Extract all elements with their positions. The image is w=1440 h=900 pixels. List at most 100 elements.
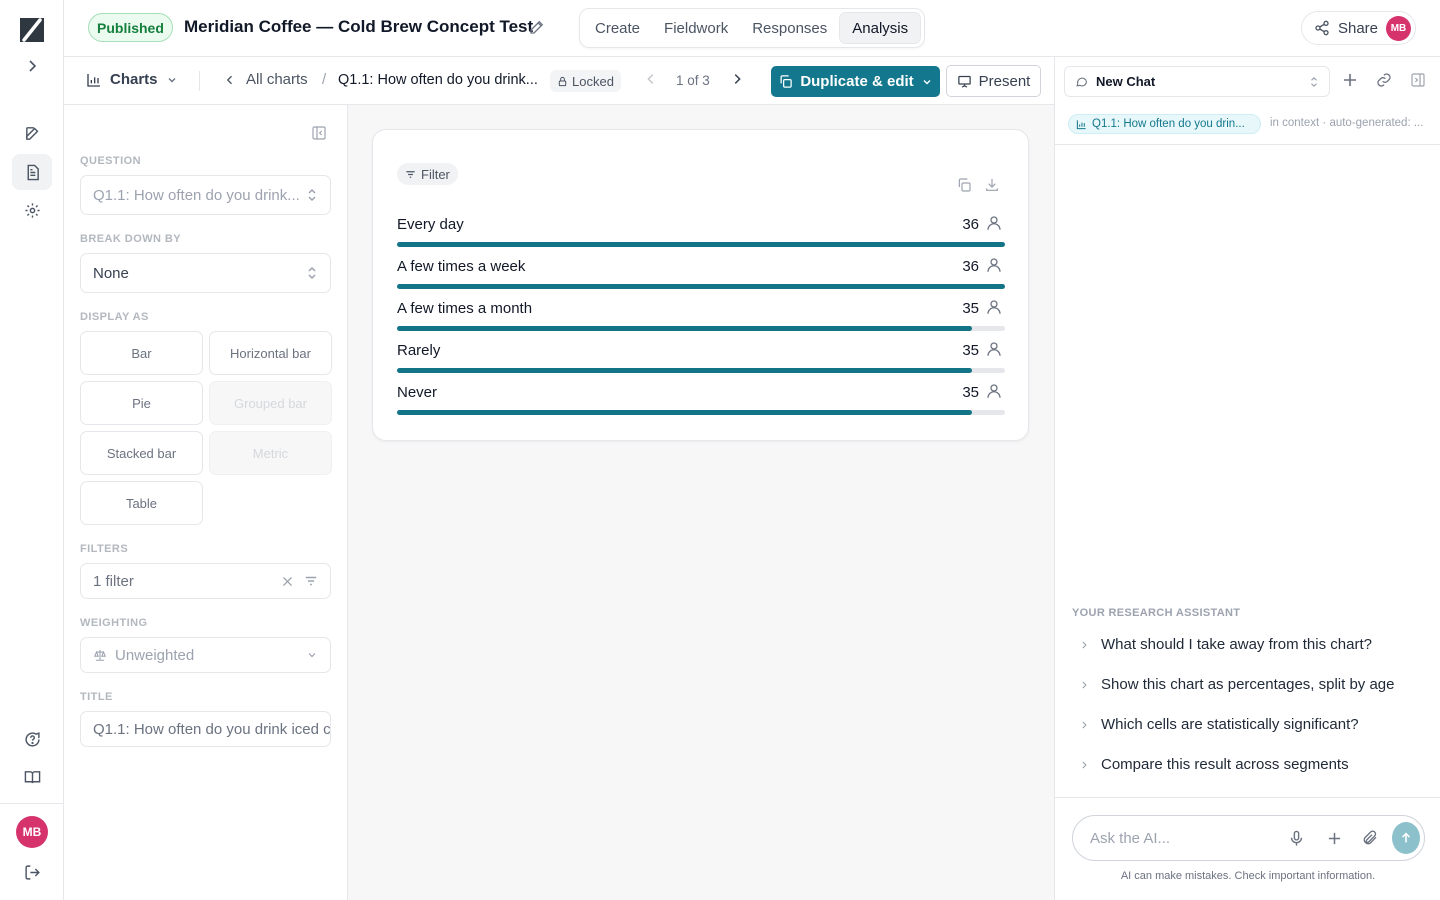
new-chat-plus-icon[interactable] <box>1342 72 1358 88</box>
bar-chart-icon <box>86 72 102 88</box>
tab-responses[interactable]: Responses <box>740 12 839 44</box>
chat-selector-label: New Chat <box>1096 74 1156 89</box>
chevron-right-icon <box>1079 680 1089 690</box>
display-horizontal-bar-option[interactable]: Horizontal bar <box>209 331 332 375</box>
chart-title-input[interactable]: Q1.1: How often do you drink iced c <box>80 711 331 747</box>
bar-row: Never 35 <box>397 382 1005 422</box>
all-charts-link[interactable]: All charts <box>224 71 308 88</box>
send-button[interactable] <box>1392 822 1420 854</box>
breadcrumb-current: Q1.1: How often do you drink... <box>338 72 538 88</box>
suggestion-item[interactable]: Show this chart as percentages, split by… <box>1079 676 1395 693</box>
clear-filter-icon[interactable] <box>281 575 294 588</box>
bar <box>397 326 972 331</box>
display-stacked-bar-option[interactable]: Stacked bar <box>80 431 203 475</box>
display-pie-option[interactable]: Pie <box>80 381 203 425</box>
chart-title-value: Q1.1: How often do you drink iced c <box>93 720 331 738</box>
suggestion-text: Show this chart as percentages, split by… <box>1101 676 1395 693</box>
bar-value-label: 35 <box>962 300 979 317</box>
reports-nav-icon[interactable] <box>12 154 52 190</box>
context-note: in context · auto-generated: ... <box>1270 117 1424 129</box>
present-label: Present <box>978 72 1031 90</box>
ask-ai-input[interactable] <box>1090 829 1270 847</box>
bar-value-label: 35 <box>962 384 979 401</box>
chat-selector[interactable]: New Chat <box>1064 66 1330 97</box>
scale-icon <box>93 648 107 662</box>
chart-toolbar: Charts All charts / Q1.1: How often do y… <box>64 57 1054 105</box>
bar-label: A few times a week <box>397 258 526 275</box>
chart-settings-panel: QUESTION Q1.1: How often do you drink...… <box>64 105 348 900</box>
tab-analysis[interactable]: Analysis <box>839 12 922 44</box>
display-table-option[interactable]: Table <box>80 481 203 525</box>
filters-field[interactable]: 1 filter <box>80 563 331 599</box>
bar <box>397 368 972 373</box>
help-icon[interactable] <box>12 721 52 757</box>
chevron-right-icon <box>1079 640 1089 650</box>
person-icon <box>985 340 1003 358</box>
charts-dropdown[interactable]: Charts <box>86 71 178 88</box>
user-avatar[interactable]: MB <box>16 816 48 848</box>
display-metric-option: Metric <box>209 431 332 475</box>
weighting-select[interactable]: Unweighted <box>80 637 331 673</box>
lock-icon <box>557 76 568 87</box>
assistant-section-label: YOUR RESEARCH ASSISTANT <box>1072 607 1241 619</box>
filter-chip[interactable]: Filter <box>397 163 458 185</box>
share-label: Share <box>1337 19 1378 37</box>
close-panel-icon[interactable] <box>1410 72 1426 88</box>
context-pill-label: Q1.1: How often do you drin... <box>1092 118 1245 130</box>
edit-title-pencil-icon[interactable] <box>528 18 546 36</box>
breakdown-select[interactable]: None <box>80 253 331 293</box>
logout-icon[interactable] <box>12 854 52 890</box>
bar <box>397 410 972 415</box>
display-bar-option[interactable]: Bar <box>80 331 203 375</box>
chevron-right-icon <box>1079 760 1089 770</box>
bar-value-label: 36 <box>962 216 979 233</box>
updown-chevron-icon <box>306 266 318 280</box>
download-icon[interactable] <box>984 177 1000 193</box>
app-logo-icon[interactable] <box>18 16 46 44</box>
ai-disclaimer: AI can make mistakes. Check important in… <box>1120 870 1376 882</box>
suggestion-item[interactable]: Which cells are statistically significan… <box>1079 716 1359 733</box>
settings-nav-icon[interactable] <box>12 192 52 228</box>
share-button[interactable]: Share MB <box>1300 11 1416 45</box>
docs-book-icon[interactable] <box>12 759 52 795</box>
person-icon <box>985 256 1003 274</box>
previous-chart-icon[interactable] <box>644 72 658 86</box>
duplicate-edit-button[interactable]: Duplicate & edit <box>771 66 940 97</box>
paperclip-icon[interactable] <box>1362 830 1378 846</box>
chevron-down-icon <box>921 76 933 88</box>
project-title: Meridian Coffee — Cold Brew Concept Test <box>184 17 534 36</box>
person-icon <box>985 214 1003 232</box>
suggestion-text: Compare this result across segments <box>1101 756 1349 773</box>
next-chart-icon[interactable] <box>730 72 744 86</box>
bar-label: Never <box>397 384 438 401</box>
context-chart-pill[interactable]: Q1.1: How often do you drin... <box>1068 114 1261 134</box>
question-select-value: Q1.1: How often do you drink... <box>93 186 300 204</box>
microphone-icon[interactable] <box>1288 830 1305 847</box>
tab-create[interactable]: Create <box>583 12 652 44</box>
share-avatar: MB <box>1386 15 1411 41</box>
suggestion-item[interactable]: What should I take away from this chart? <box>1079 636 1372 653</box>
bar-label: A few times a month <box>397 300 533 317</box>
collapse-panel-icon[interactable] <box>311 125 327 141</box>
breakdown-section-label: BREAK DOWN BY <box>80 233 182 245</box>
bar-track <box>397 242 1005 247</box>
person-icon <box>985 382 1003 400</box>
status-badge: Published <box>88 13 173 42</box>
copy-chart-icon[interactable] <box>956 177 972 193</box>
question-select[interactable]: Q1.1: How often do you drink... <box>80 175 331 215</box>
all-charts-label: All charts <box>246 71 308 88</box>
link-icon[interactable] <box>1376 72 1392 88</box>
tab-fieldwork[interactable]: Fieldwork <box>652 12 740 44</box>
bar-value-label: 35 <box>962 342 979 359</box>
expand-rail-icon[interactable] <box>12 48 52 84</box>
chart-card: Filter Every day 36 A few times a week 36 A … <box>372 129 1029 441</box>
add-plus-icon[interactable] <box>1327 831 1342 846</box>
filter-icon[interactable] <box>304 574 318 588</box>
chat-bubble-icon <box>1075 75 1088 88</box>
suggestion-item[interactable]: Compare this result across segments <box>1079 756 1349 773</box>
rail-divider <box>0 803 64 804</box>
bar-label: Rarely <box>397 342 441 359</box>
present-button[interactable]: Present <box>946 65 1041 97</box>
weighting-section-label: WEIGHTING <box>80 617 148 629</box>
edit-nav-icon[interactable] <box>12 115 52 151</box>
